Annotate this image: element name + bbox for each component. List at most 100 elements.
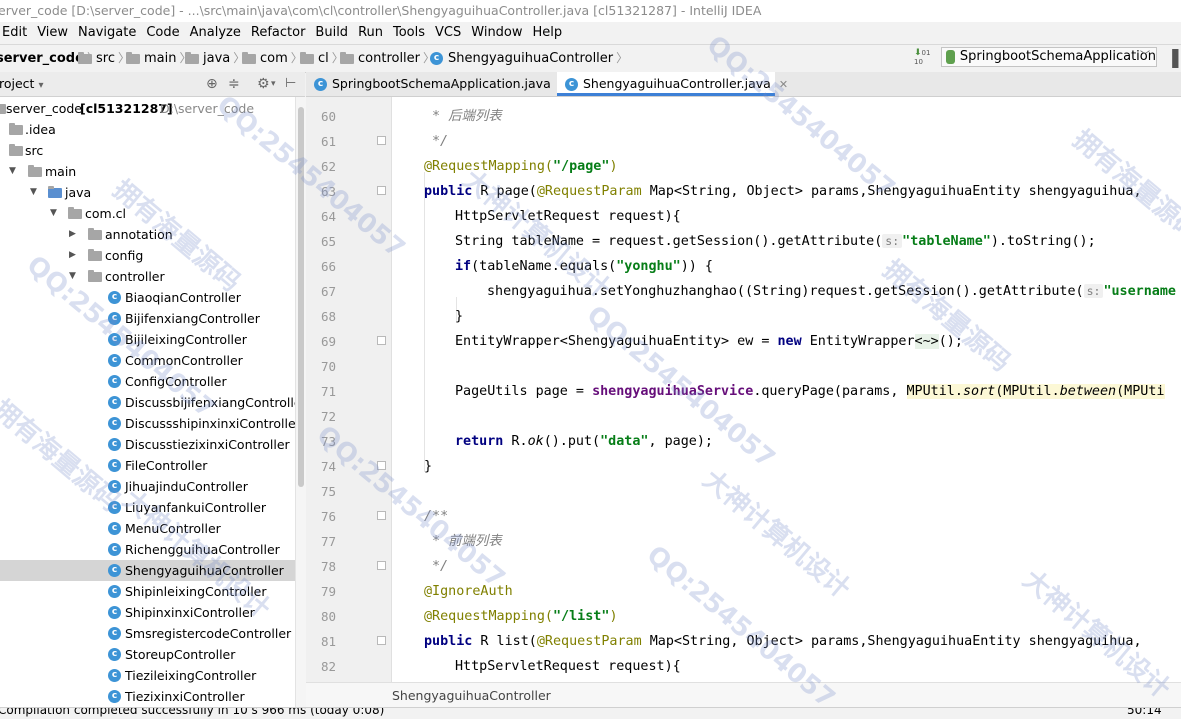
close-icon[interactable]: ✕ [779, 78, 788, 91]
nav-java[interactable]: java 〉 [185, 45, 250, 72]
tree-item-controller-class[interactable]: c JihuajinduController [0, 476, 295, 497]
tree-item-idea[interactable]: .idea [0, 119, 295, 140]
run-configuration-label: SpringbootSchemaApplication [959, 49, 1156, 64]
tree-item-controller-class[interactable]: c ConfigController [0, 371, 295, 392]
menu-navigate[interactable]: Navigate [73, 22, 141, 44]
annotation: @RequestMapping( [424, 609, 553, 624]
code-editor[interactable]: * 后端列表 */ @RequestMapping("/page") publi… [392, 97, 1181, 682]
run-configuration-select[interactable]: SpringbootSchemaApplication ﹀ [941, 47, 1157, 67]
tree-item-annotation[interactable]: ▶ annotation [0, 224, 295, 245]
build-project-icon[interactable]: ⬇01 10 [914, 49, 932, 67]
menu-tools[interactable]: Tools [388, 22, 430, 44]
class-icon: c [108, 291, 121, 304]
tree-item-controller-class[interactable]: c StoreupController [0, 644, 295, 665]
menu-edit[interactable]: Edit [0, 22, 32, 44]
tree-item-controller-class[interactable]: c DiscusstiezixinxiController [0, 434, 295, 455]
chevron-down-icon[interactable]: ▾ [271, 72, 276, 96]
menu-view[interactable]: View [32, 22, 73, 44]
tree-item-controller-class[interactable]: c ShengyaguihuaController [0, 560, 295, 581]
scrollbar-thumb[interactable] [298, 107, 304, 487]
toolbar-overflow-icon[interactable]: ▐ [1166, 45, 1178, 72]
nav-controller[interactable]: controller〉 [340, 45, 440, 72]
tree-item-controller-class[interactable]: c BiaoqianController [0, 287, 295, 308]
editor-breadcrumb[interactable]: ShengyaguihuaController [392, 683, 551, 708]
menu-code[interactable]: Code [141, 22, 184, 44]
gear-icon[interactable]: ⚙ [257, 72, 270, 96]
tree-item-controller-class[interactable]: c SmsregistercodeController [0, 623, 295, 644]
tree-root-name: server_code [6, 101, 82, 116]
line-number: 75 [320, 484, 336, 499]
fold-marker-icon[interactable] [377, 136, 386, 145]
tree-item-main[interactable]: ▼ main [0, 161, 295, 182]
tree-item-controller-class[interactable]: c DiscussbijifenxiangController [0, 392, 295, 413]
fold-marker-icon[interactable] [377, 636, 386, 645]
nav-com[interactable]: com 〉 [242, 45, 308, 72]
tree-item-controller[interactable]: ▼ controller [0, 266, 295, 287]
tree-item-label: SmsregistercodeController [125, 626, 292, 641]
tab-shengyaguihua-controller[interactable]: c ShengyaguihuaController.java ✕ [557, 72, 788, 96]
collapse-all-icon[interactable]: ≑ [228, 72, 240, 96]
cursor-position[interactable]: 50:14 [1127, 708, 1162, 719]
tree-item-controller-class[interactable]: c TiezixinxiController [0, 686, 295, 707]
tree-item-controller-class[interactable]: c ShipinleixingController [0, 581, 295, 602]
fold-marker-icon[interactable] [377, 336, 386, 345]
tree-item-controller-class[interactable]: c LiuyanfankuiController [0, 497, 295, 518]
project-tree-scrollbar[interactable] [295, 97, 306, 707]
fold-marker-icon[interactable] [377, 461, 386, 470]
folded-generic[interactable]: <~> [914, 334, 939, 349]
tree-item-label: .idea [25, 122, 56, 137]
line-number: 72 [320, 409, 336, 424]
tree-root-module: [cl51321287] [80, 101, 173, 116]
annotation: @IgnoreAuth [424, 584, 513, 599]
tree-item-controller-class[interactable]: c FileController [0, 455, 295, 476]
line-number: 76 [320, 509, 336, 524]
code-line-79: @IgnoreAuth [424, 579, 513, 604]
locate-file-icon[interactable]: ⊕ [206, 72, 218, 96]
menu-help[interactable]: Help [528, 22, 568, 44]
folder-icon [300, 51, 314, 64]
menu-analyze[interactable]: Analyze [185, 22, 246, 44]
project-view-selector[interactable]: roject ▾ [0, 72, 43, 98]
class-icon: c [108, 543, 121, 556]
tree-item-controller-class[interactable]: c ShipinxinxiController [0, 602, 295, 623]
tree-item-root[interactable]: server_code [cl51321287] D:\server_code [0, 98, 295, 119]
line-number: 60 [320, 109, 336, 124]
status-message[interactable]: Compilation completed successfully in 10… [0, 708, 384, 719]
expand-arrow-icon[interactable]: ▼ [9, 161, 16, 182]
fold-marker-icon[interactable] [377, 511, 386, 520]
project-tree: server_code [cl51321287] D:\server_code … [0, 97, 295, 707]
tree-item-controller-class[interactable]: c RichengguihuaController [0, 539, 295, 560]
tree-item-controller-class[interactable]: c TiezileixingController [0, 665, 295, 686]
indent-guide [424, 172, 425, 472]
collapsed-arrow-icon[interactable]: ▶ [69, 224, 76, 245]
package-icon [88, 228, 102, 240]
code-line-62: @RequestMapping("/page") [424, 154, 618, 179]
tree-item-src[interactable]: src [0, 140, 295, 161]
tree-item-config[interactable]: ▶ config [0, 245, 295, 266]
expand-arrow-icon[interactable]: ▼ [30, 182, 37, 203]
class-icon: c [108, 501, 121, 514]
expand-arrow-icon[interactable]: ▼ [69, 266, 76, 287]
tree-item-controller-class[interactable]: c CommonController [0, 350, 295, 371]
tree-item-controller-class[interactable]: c MenuController [0, 518, 295, 539]
window-titlebar: erver_code [D:\server_code] - ...\src\ma… [0, 0, 1181, 22]
fold-marker-icon[interactable] [377, 561, 386, 570]
menu-run[interactable]: Run [353, 22, 388, 44]
menu-build[interactable]: Build [310, 22, 353, 44]
tab-springboot-schema-application[interactable]: cSpringbootSchemaApplication.java✕ [306, 72, 568, 96]
hide-panel-icon[interactable]: ⊢ [285, 72, 296, 96]
menu-refactor[interactable]: Refactor [246, 22, 311, 44]
nav-file[interactable]: c ShengyaguihuaController 〉 [430, 45, 633, 72]
tab-label: SpringbootSchemaApplication.java [332, 76, 551, 91]
menu-vcs[interactable]: VCS [430, 22, 466, 44]
tree-item-controller-class[interactable]: c BijifenxiangController [0, 308, 295, 329]
tree-item-com-cl[interactable]: ▼ com.cl [0, 203, 295, 224]
tree-item-controller-class[interactable]: c BijileixingController [0, 329, 295, 350]
tree-item-controller-class[interactable]: c DiscussshipinxinxiController [0, 413, 295, 434]
expand-arrow-icon[interactable]: ▼ [50, 203, 57, 224]
menu-window[interactable]: Window [466, 22, 527, 44]
tree-item-label: MenuController [125, 521, 221, 536]
collapsed-arrow-icon[interactable]: ▶ [69, 245, 76, 266]
fold-marker-icon[interactable] [377, 186, 386, 195]
tree-item-java[interactable]: ▼ java [0, 182, 295, 203]
